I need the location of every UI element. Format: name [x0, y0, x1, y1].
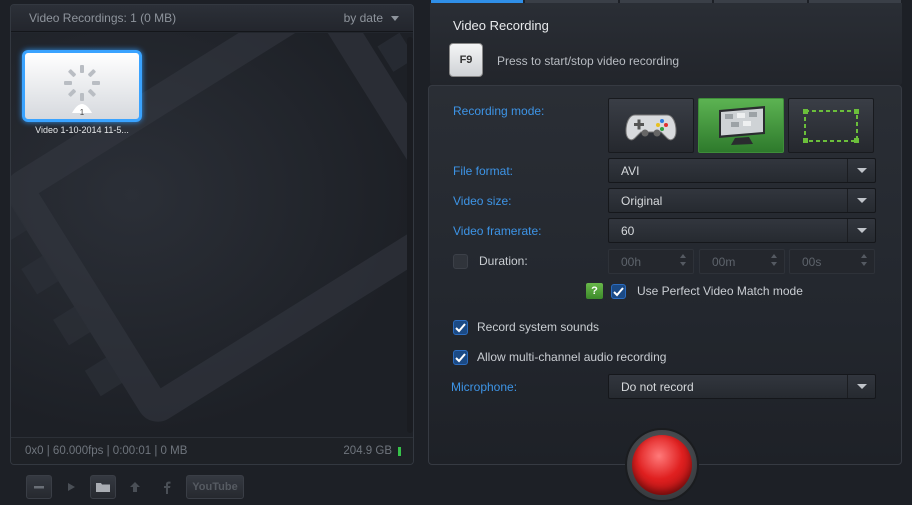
gamepad-icon [625, 114, 677, 140]
chevron-down-icon [847, 159, 875, 182]
file-format-label: File format: [453, 164, 514, 178]
duration-hours-stepper[interactable]: 00h [608, 249, 694, 274]
video-framerate-value: 60 [621, 224, 635, 238]
chevron-down-icon [847, 375, 875, 398]
recording-mode-selector [608, 98, 874, 153]
facebook-button[interactable] [154, 475, 180, 499]
file-format-select[interactable]: AVI [608, 158, 876, 183]
record-button[interactable] [625, 428, 699, 502]
microphone-label: Microphone: [451, 380, 518, 394]
video-size-select[interactable]: Original [608, 188, 876, 213]
mode-fullscreen-button[interactable] [698, 98, 784, 153]
hotkey-hint: Press to start/stop video recording [497, 54, 680, 68]
youtube-button[interactable]: YouTube [186, 475, 244, 499]
recordings-header: Video Recordings: 1 (0 MB) by date [11, 5, 413, 32]
sort-dropdown[interactable]: by date [344, 11, 399, 25]
thumbnail-label: Video 1-10-2014 11-5... [35, 125, 129, 135]
recordings-footer: 0x0 | 60.000fps | 0:00:01 | 0 MB 204.9 G… [11, 437, 413, 464]
region-select-icon [803, 108, 859, 143]
duration-minutes-value: 00m [712, 255, 736, 269]
stepper-arrows-icon [680, 254, 686, 266]
mode-region-button[interactable] [788, 98, 874, 153]
video-size-value: Original [621, 194, 663, 208]
thumbnail-badge: 1 [80, 108, 85, 117]
system-sounds-label: Record system sounds [477, 320, 600, 334]
upload-icon [130, 482, 140, 492]
microphone-select[interactable]: Do not record [608, 374, 876, 399]
microphone-value: Do not record [621, 380, 694, 394]
duration-seconds-stepper[interactable]: 00s [789, 249, 875, 274]
chevron-down-icon [391, 15, 399, 21]
duration-label: Duration: [479, 254, 528, 268]
duration-minutes-stepper[interactable]: 00m [699, 249, 785, 274]
list-scrollbar[interactable] [407, 37, 413, 433]
loading-spinner-icon: 1 [64, 65, 100, 117]
panel-title: Video Recording [453, 18, 549, 33]
recordings-title: Video Recordings: 1 (0 MB) [29, 11, 177, 25]
help-icon[interactable]: ? [586, 283, 603, 299]
disk-space: 204.9 GB [343, 445, 401, 457]
duration-checkbox[interactable] [453, 254, 468, 269]
video-framerate-select[interactable]: 60 [608, 218, 876, 243]
video-size-label: Video size: [453, 194, 512, 208]
disk-free-value: 204.9 GB [343, 445, 392, 457]
video-framerate-label: Video framerate: [453, 224, 542, 238]
system-sounds-checkbox[interactable] [453, 320, 468, 335]
checkmark-icon [455, 322, 466, 332]
folder-icon [96, 483, 110, 492]
upload-button[interactable] [122, 475, 148, 499]
perfect-match-checkbox[interactable] [611, 284, 626, 299]
stepper-arrows-icon [771, 254, 777, 266]
checkmark-icon [455, 352, 466, 362]
chevron-down-icon [847, 219, 875, 242]
delete-button[interactable] [26, 475, 52, 499]
video-settings-panel: Recording mode: File format: AVI Video s… [428, 85, 902, 502]
multichannel-label: Allow multi-channel audio recording [477, 350, 667, 364]
recording-info: 0x0 | 60.000fps | 0:00:01 | 0 MB [25, 445, 188, 457]
minus-icon [34, 486, 44, 489]
record-icon [632, 435, 692, 495]
recording-mode-label: Recording mode: [453, 104, 545, 118]
stepper-arrows-icon [861, 254, 867, 266]
file-format-value: AVI [621, 164, 640, 178]
play-button[interactable] [58, 475, 84, 499]
bottom-toolbar: YouTube [26, 474, 244, 500]
recordings-panel: Video Recordings: 1 (0 MB) by date 1 Vid… [10, 4, 414, 465]
sort-label: by date [343, 11, 383, 25]
checkmark-icon [613, 286, 624, 296]
facebook-icon [164, 481, 171, 494]
recording-thumbnail[interactable]: 1 Video 1-10-2014 11-5... [22, 50, 142, 138]
thumbnail-frame: 1 [22, 50, 142, 122]
mode-game-button[interactable] [608, 98, 694, 153]
open-folder-button[interactable] [90, 475, 116, 499]
chevron-down-icon [847, 189, 875, 212]
multichannel-checkbox[interactable] [453, 350, 468, 365]
disk-level-icon [398, 446, 401, 456]
duration-seconds-value: 00s [802, 255, 822, 269]
duration-hours-value: 00h [621, 255, 642, 269]
monitor-icon [719, 105, 765, 145]
play-icon [68, 483, 75, 491]
hotkey-button[interactable]: F9 [449, 43, 483, 77]
perfect-match-label: Use Perfect Video Match mode [637, 284, 803, 298]
recordings-list[interactable]: 1 Video 1-10-2014 11-5... [11, 33, 413, 438]
video-recording-header: Video Recording F9 Press to start/stop v… [430, 3, 902, 85]
